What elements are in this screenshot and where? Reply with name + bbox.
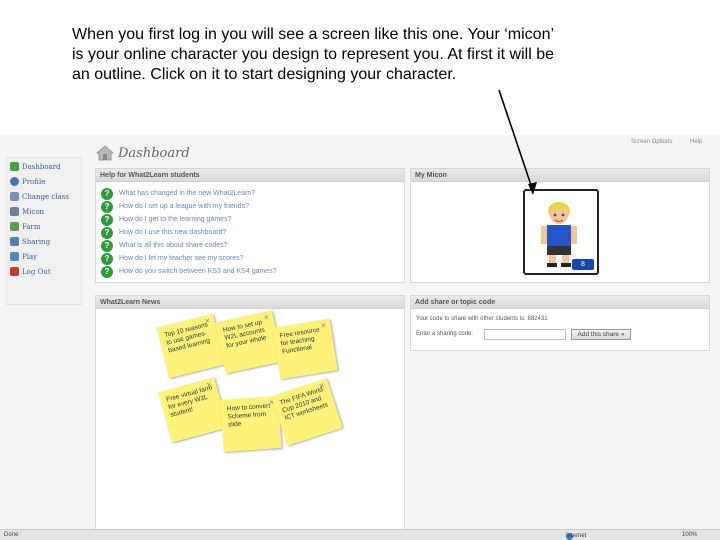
help-link-text[interactable]: How do you switch between KS3 and KS4 ga… (119, 268, 277, 275)
news-panel-title: What2Learn News (96, 296, 404, 309)
sidebar-item-label: Farm (22, 222, 41, 231)
news-note[interactable]: ✕ How to set up W2L accounts for your wh… (215, 310, 283, 374)
sidebar-item-label: Play (22, 252, 38, 261)
log-out-icon (10, 267, 19, 276)
help-link-row[interactable]: ? What is all this about share codes? (101, 239, 228, 252)
share-code-input[interactable] (484, 329, 566, 340)
caption-line-1: When you first log in you will see a scr… (72, 26, 555, 43)
help-panel: Help for What2Learn students ? What has … (95, 168, 405, 283)
question-icon: ? (101, 239, 113, 252)
help-link-row[interactable]: ? How do I use this new dashboard? (101, 226, 226, 239)
sidebar: Dashboard Profile Change class Micon Far… (6, 157, 82, 305)
news-panel: What2Learn News ✕ Top 10 reasons to use … (95, 295, 405, 530)
news-note-text: Free resource for teaching Functional (279, 326, 321, 356)
help-link[interactable]: Help (690, 139, 702, 145)
browser-status-bar: Done Internet 100% (0, 529, 720, 540)
micon-level-badge: 8 (572, 259, 594, 270)
share-code-text: Your code to share with other students i… (416, 316, 548, 322)
caption-line-2: is your online character you design to r… (72, 46, 555, 63)
question-icon: ? (101, 187, 113, 200)
farm-icon (10, 222, 19, 231)
house-icon (96, 145, 114, 161)
play-icon (10, 252, 19, 261)
help-link-row[interactable]: ? How do I get to the learning games? (101, 213, 231, 226)
help-link-text[interactable]: How do I set up a league with my friends… (119, 203, 249, 210)
page-title: Dashboard (96, 142, 190, 164)
sidebar-item-dashboard[interactable]: Dashboard (10, 160, 61, 173)
zoom-level[interactable]: 100% (682, 532, 697, 538)
share-panel: Add share or topic code Your code to sha… (410, 295, 710, 351)
help-link-text[interactable]: How do I use this new dashboard? (119, 229, 226, 236)
sidebar-item-micon[interactable]: Micon (10, 205, 44, 218)
help-link-row[interactable]: ? How do I set up a league with my frien… (101, 200, 249, 213)
profile-icon (10, 177, 19, 186)
sidebar-item-profile[interactable]: Profile (10, 175, 45, 188)
question-icon: ? (101, 213, 113, 226)
news-note-text: Top 10 reasons to use games-based learni… (163, 321, 211, 355)
sidebar-item-label: Micon (22, 207, 45, 216)
sidebar-item-log-out[interactable]: Log Out (10, 265, 51, 278)
help-panel-title: Help for What2Learn students (96, 169, 404, 182)
sidebar-item-change-class[interactable]: Change class (10, 190, 69, 203)
share-panel-title: Add share or topic code (411, 296, 709, 309)
sidebar-item-farm[interactable]: Farm (10, 220, 41, 233)
help-link-row[interactable]: ? How do I let my teacher see my scores? (101, 252, 244, 265)
help-link-text[interactable]: How do I let my teacher see my scores? (119, 255, 244, 262)
question-icon: ? (101, 265, 113, 278)
news-note[interactable]: ✕ How to convert Scheme from slide (220, 396, 282, 452)
class-icon (10, 192, 19, 201)
page-title-text: Dashboard (118, 145, 190, 161)
news-note[interactable]: ✕ Free virtual farm for every W2L studen… (158, 377, 228, 443)
share-code-label: Enter a sharing code: (416, 331, 474, 337)
sidebar-item-label: Dashboard (22, 162, 61, 171)
sharing-icon (10, 237, 19, 246)
micon-icon (10, 207, 19, 216)
question-icon: ? (101, 252, 113, 265)
help-link-text[interactable]: How do I get to the learning games? (119, 216, 231, 223)
screen-options-link[interactable]: Screen Options (631, 139, 672, 145)
help-link-row[interactable]: ? How do you switch between KS3 and KS4 … (101, 265, 277, 278)
question-icon: ? (101, 226, 113, 239)
news-note-text: How to convert Scheme from slide (226, 402, 271, 429)
news-note-text: How to set up W2L accounts for your whol… (222, 318, 268, 350)
caption-line-3: an outline. Click on it to start designi… (72, 66, 457, 83)
instruction-caption: When you first log in you will see a scr… (72, 25, 672, 85)
help-link-text[interactable]: What has changed in the new What2Learn? (119, 190, 255, 197)
sidebar-item-play[interactable]: Play (10, 250, 37, 263)
micon-character[interactable]: 8 (523, 189, 599, 275)
sidebar-item-label: Log Out (22, 267, 51, 276)
dashboard-screenshot: Screen Options Help Dashboard Dashboard … (0, 135, 720, 540)
internet-zone-text: Internet (566, 533, 587, 539)
news-note[interactable]: ✕ The FIFA World Cup 2010 and ICT worksh… (271, 378, 343, 446)
help-link-text[interactable]: What is all this about share codes? (119, 242, 228, 249)
news-note-text: Free virtual farm for every W2L student! (165, 384, 214, 419)
add-share-button[interactable]: Add this share » (571, 329, 631, 340)
sidebar-item-label: Sharing (22, 237, 51, 246)
sidebar-item-label: Profile (22, 177, 46, 186)
question-icon: ? (101, 200, 113, 213)
micon-panel-title: My Micon (411, 169, 709, 182)
sidebar-item-label: Change class (22, 192, 69, 201)
sidebar-item-sharing[interactable]: Sharing (10, 235, 50, 248)
news-note[interactable]: ✕ Free resource for teaching Functional (272, 318, 338, 380)
news-note-text: The FIFA World Cup 2010 and ICT workshee… (278, 386, 329, 422)
dashboard-icon (10, 162, 19, 171)
help-link-row[interactable]: ? What has changed in the new What2Learn… (101, 187, 255, 200)
status-done-text: Done (4, 532, 19, 538)
micon-panel: My Micon 8 (410, 168, 710, 283)
